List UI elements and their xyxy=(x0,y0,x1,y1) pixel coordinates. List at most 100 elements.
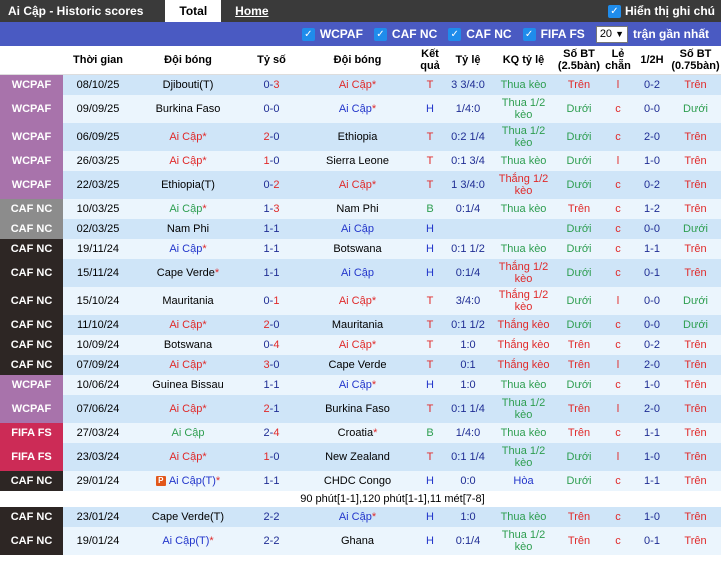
match-score: 1-1 xyxy=(243,239,300,259)
match-score: 1-1 xyxy=(243,259,300,287)
halftime-score-cell: 1-0 xyxy=(634,151,670,171)
match-score: 2-1 xyxy=(243,395,300,423)
team-name: Mauritania xyxy=(332,319,383,331)
team-name: Ai Cập xyxy=(169,319,202,331)
home-team: Ai Cập* xyxy=(133,199,243,219)
over-under-0p75-cell: Trên xyxy=(670,259,721,287)
team-name: Ai Cập xyxy=(169,451,202,463)
favorite-star: * xyxy=(372,103,376,115)
home-team: Ethiopia(T) xyxy=(133,171,243,199)
team-name: Ai Cập xyxy=(169,359,202,371)
result-cell: H xyxy=(415,239,445,259)
league-badge: WCPAF xyxy=(0,171,63,199)
over-under-0p75-cell: Trên xyxy=(670,395,721,423)
home-team: Djibouti(T) xyxy=(133,75,243,95)
home-team: Guinea Bissau xyxy=(133,375,243,395)
match-score: 1-1 xyxy=(243,375,300,395)
tab-total[interactable]: Total xyxy=(165,0,221,22)
team-name: Ai Cập xyxy=(169,403,202,415)
match-date: 11/10/24 xyxy=(63,315,133,335)
recent-count-select[interactable]: 20 ▼ xyxy=(596,26,628,43)
result-cell: T xyxy=(415,443,445,471)
over-under-2p5-cell: Trên xyxy=(556,423,602,443)
match-date: 10/03/25 xyxy=(63,199,133,219)
odd-even-cell: c xyxy=(602,527,634,555)
team-name: Botswana xyxy=(333,243,381,255)
match-date: 27/03/24 xyxy=(63,423,133,443)
team-name: Ai Cập(T) xyxy=(162,535,209,547)
show-notes-checkbox[interactable]: ✓ xyxy=(608,5,621,18)
home-team: Ai Cập* xyxy=(133,123,243,151)
halftime-score-cell: 1-0 xyxy=(634,507,670,527)
over-under-0p75-cell: Trên xyxy=(670,471,721,491)
away-team: Mauritania xyxy=(300,315,415,335)
match-date: 19/01/24 xyxy=(63,527,133,555)
team-name: Ai Cập xyxy=(169,243,202,255)
odds-result-cell: Thắng kèo xyxy=(491,315,556,335)
over-under-2p5-cell: Dưới xyxy=(556,123,602,151)
filter-bar: ✓ WCPAF ✓ CAF NC ✓ CAF NC ✓ FIFA FS 20 ▼… xyxy=(0,22,721,46)
filter-checkbox-wcpaf[interactable]: ✓ xyxy=(302,28,315,41)
favorite-star: * xyxy=(372,339,376,351)
favorite-star: * xyxy=(202,243,206,255)
match-note-row: 90 phút[1-1],120 phút[1-1],11 mét[7-8] xyxy=(0,491,721,507)
header-odds-result: KQ tỷ lệ xyxy=(491,46,556,74)
table-row: FIFA FS27/03/24Ai Cập2-4Croatia*B1/4:0Th… xyxy=(0,423,721,443)
odds-cell: 0:0 xyxy=(445,471,491,491)
topbar: Ai Cập - Historic scores Total Home ✓ Hi… xyxy=(0,0,721,22)
team-name: Guinea Bissau xyxy=(152,379,224,391)
header-away-team: Đội bóng xyxy=(300,46,415,74)
over-under-2p5-cell: Dưới xyxy=(556,95,602,123)
away-team: Ai Cập* xyxy=(300,75,415,95)
match-date: 22/03/25 xyxy=(63,171,133,199)
odds-cell: 0:1 1/2 xyxy=(445,239,491,259)
show-notes-label: Hiển thị ghi chú xyxy=(625,4,715,18)
odd-even-cell: l xyxy=(602,151,634,171)
odds-result-cell: Thua 1/2 kèo xyxy=(491,95,556,123)
match-date: 29/01/24 xyxy=(63,471,133,491)
odds-result-cell: Thua kèo xyxy=(491,199,556,219)
filter-checkbox-cafnc-1[interactable]: ✓ xyxy=(374,28,387,41)
odds-result-cell: Thua kèo xyxy=(491,375,556,395)
favorite-star: * xyxy=(202,203,206,215)
team-name: Croatia xyxy=(338,427,373,439)
topbar-spacer xyxy=(283,0,609,22)
header-over-under-2p5: Số BT (2.5bàn) xyxy=(556,46,602,74)
filter-label-cafnc-1: CAF NC xyxy=(392,27,437,41)
halftime-score-cell: 0-0 xyxy=(634,95,670,123)
odd-even-cell: c xyxy=(602,239,634,259)
league-badge: FIFA FS xyxy=(0,423,63,443)
chevron-down-icon: ▼ xyxy=(615,29,624,39)
result-cell: T xyxy=(415,335,445,355)
away-team: Ethiopia xyxy=(300,123,415,151)
odd-even-cell: c xyxy=(602,123,634,151)
tab-home[interactable]: Home xyxy=(221,0,282,22)
away-team: New Zealand xyxy=(300,443,415,471)
home-team: Burkina Faso xyxy=(133,95,243,123)
odds-cell: 1:0 xyxy=(445,335,491,355)
odds-cell: 0:1/4 xyxy=(445,259,491,287)
match-score: 1-1 xyxy=(243,471,300,491)
filter-checkbox-fifafs[interactable]: ✓ xyxy=(523,28,536,41)
filter-checkbox-cafnc-2[interactable]: ✓ xyxy=(448,28,461,41)
over-under-0p75-cell: Trên xyxy=(670,123,721,151)
result-cell: H xyxy=(415,259,445,287)
table-row: CAF NC15/11/24Cape Verde*1-1Ai CậpH0:1/4… xyxy=(0,259,721,287)
halftime-score-cell: 1-1 xyxy=(634,423,670,443)
team-name: Ai Cập xyxy=(339,79,372,91)
header-odds: Tỷ lệ xyxy=(445,46,491,74)
odds-result-cell: Thua 1/2 kèo xyxy=(491,527,556,555)
halftime-score-cell: 1-2 xyxy=(634,199,670,219)
halftime-score-cell: 0-2 xyxy=(634,335,670,355)
header-over-under-0p75: Số BT (0.75bàn) xyxy=(670,46,721,74)
match-score: 0-0 xyxy=(243,95,300,123)
halftime-score-cell: 0-0 xyxy=(634,315,670,335)
over-under-2p5-cell: Trên xyxy=(556,335,602,355)
odds-cell: 3/4:0 xyxy=(445,287,491,315)
odd-even-cell: c xyxy=(602,95,634,123)
odds-result-cell: Hòa xyxy=(491,471,556,491)
match-score: 2-0 xyxy=(243,123,300,151)
team-name: Cape Verde xyxy=(157,267,215,279)
odd-even-cell: c xyxy=(602,315,634,335)
odds-cell: 0:1/4 xyxy=(445,527,491,555)
